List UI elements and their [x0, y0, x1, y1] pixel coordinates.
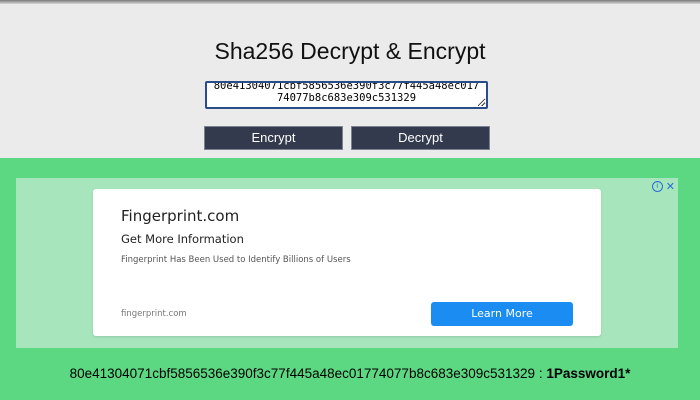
tool-panel: Sha256 Decrypt & Encrypt 80e41304071cbf5…: [0, 4, 700, 158]
result-separator: :: [535, 366, 547, 381]
learn-more-button[interactable]: Learn More: [431, 302, 573, 326]
page: Sha256 Decrypt & Encrypt 80e41304071cbf5…: [0, 0, 700, 400]
ad-headline: Get More Information: [121, 232, 244, 246]
ad-card[interactable]: Fingerprint.com Get More Information Fin…: [93, 189, 601, 336]
encrypt-button[interactable]: Encrypt: [204, 126, 343, 150]
ad-info-icon[interactable]: i: [651, 181, 663, 192]
ad-body: Fingerprint Has Been Used to Identify Bi…: [121, 255, 351, 265]
ad-close-icon[interactable]: ✕: [666, 180, 675, 193]
ad-controls: i ✕: [651, 180, 675, 193]
page-title: Sha256 Decrypt & Encrypt: [214, 38, 486, 64]
decrypt-button[interactable]: Decrypt: [351, 126, 490, 150]
result-hash: 80e41304071cbf5856536e390f3c77f445a48ec0…: [69, 366, 536, 381]
hash-input-value: 80e41304071cbf5856536e390f3c77f445a48ec0…: [213, 81, 480, 104]
result-panel: i ✕ Fingerprint.com Get More Information …: [0, 158, 700, 400]
ad-domain: fingerprint.com: [121, 309, 187, 319]
ad-banner: i ✕ Fingerprint.com Get More Information …: [16, 178, 678, 348]
ad-brand: Fingerprint.com: [121, 207, 240, 225]
hash-input[interactable]: 80e41304071cbf5856536e390f3c77f445a48ec0…: [205, 81, 488, 109]
result-line: 80e41304071cbf5856536e390f3c77f445a48ec0…: [0, 366, 700, 381]
resize-grip-icon[interactable]: [478, 99, 485, 106]
result-plaintext: 1Password1*: [546, 366, 631, 381]
